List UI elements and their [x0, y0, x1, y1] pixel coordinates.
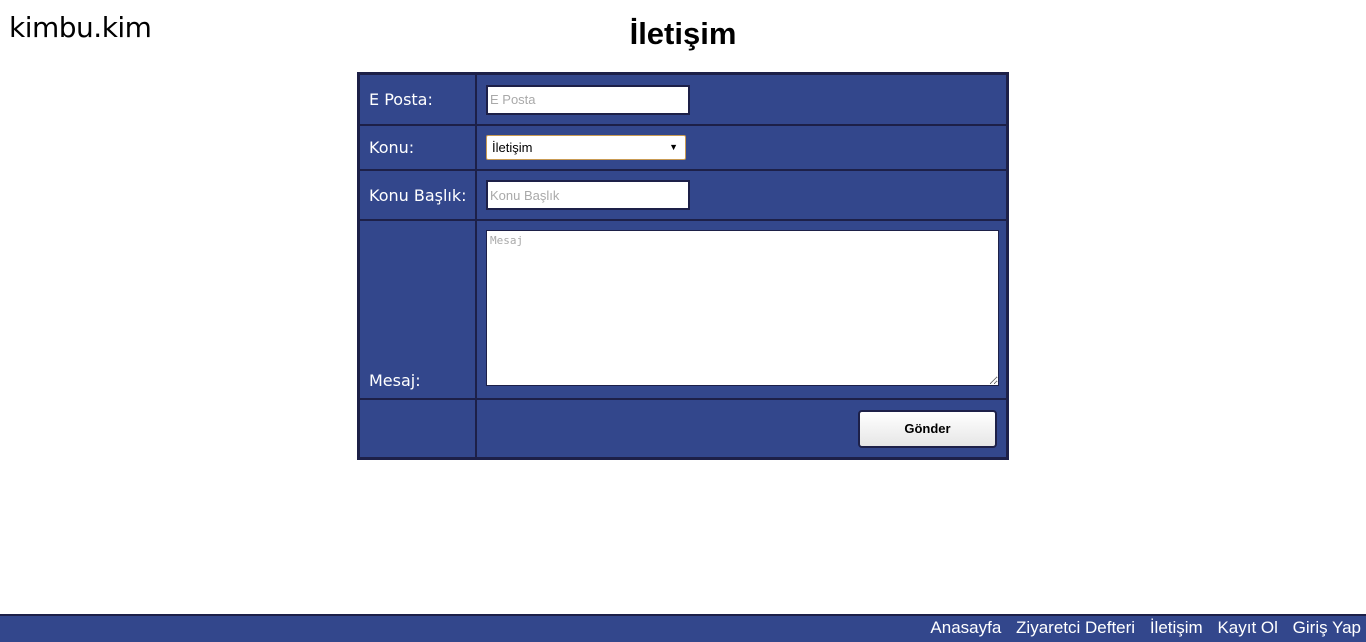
- message-textarea[interactable]: [486, 230, 999, 386]
- email-input[interactable]: [486, 84, 690, 115]
- form-row-submit: Gönder: [359, 399, 1007, 458]
- form-row-subject: Konu Başlık:: [359, 170, 1007, 220]
- page-title: İletişim: [629, 16, 737, 51]
- footer-link-contact[interactable]: İletişim: [1150, 618, 1203, 637]
- footer-link-guestbook[interactable]: Ziyaretci Defteri: [1016, 618, 1135, 637]
- chevron-down-icon: ▼: [669, 142, 678, 152]
- subject-input[interactable]: [486, 180, 690, 210]
- contact-form: E Posta: Konu: İletişim ▼ Konu Başlık: M…: [357, 72, 1009, 460]
- topic-select[interactable]: İletişim ▼: [486, 135, 686, 160]
- form-row-message: Mesaj:: [359, 220, 1007, 399]
- form-row-topic: Konu: İletişim ▼: [359, 125, 1007, 170]
- message-label: Mesaj:: [359, 220, 476, 399]
- send-button[interactable]: Gönder: [858, 409, 997, 448]
- form-row-email: E Posta:: [359, 74, 1007, 125]
- footer-link-home[interactable]: Anasayfa: [930, 618, 1001, 637]
- topic-label: Konu:: [359, 125, 476, 170]
- footer-link-login[interactable]: Giriş Yap: [1293, 618, 1361, 637]
- email-label: E Posta:: [359, 74, 476, 125]
- footer-link-register[interactable]: Kayıt Ol: [1217, 618, 1277, 637]
- footer-nav: Anasayfa Ziyaretci Defteri İletişim Kayı…: [0, 614, 1366, 642]
- topic-select-value: İletişim: [492, 140, 533, 155]
- subject-label: Konu Başlık:: [359, 170, 476, 220]
